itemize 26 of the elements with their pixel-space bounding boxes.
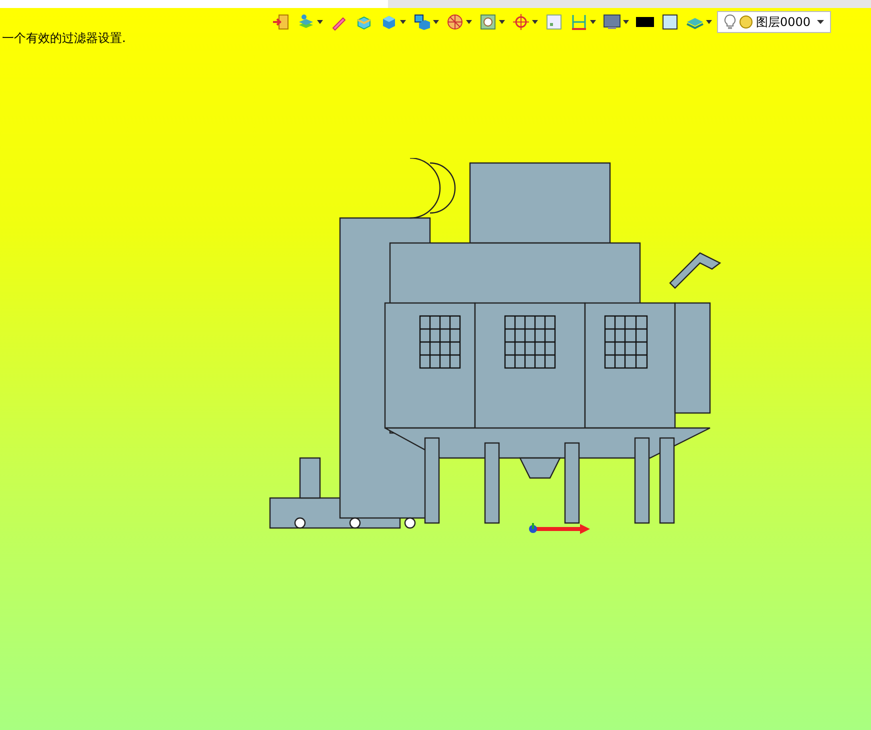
caret-icon [532, 20, 538, 24]
caret-icon [317, 20, 323, 24]
caret-icon [466, 20, 472, 24]
status-message: 一个有效的过滤器设置. [2, 30, 126, 47]
monitor-icon [603, 13, 621, 31]
view-cube-icon [413, 13, 431, 31]
frame-icon [545, 13, 563, 31]
door-arrow-icon [272, 13, 290, 31]
dimension-icon [570, 13, 588, 31]
caret-icon [499, 20, 505, 24]
caret-icon [623, 20, 629, 24]
layer-dropdown[interactable]: 图层0000 [717, 11, 831, 33]
toolbar-target-button[interactable] [510, 11, 540, 33]
caret-icon [706, 20, 712, 24]
crosshair-icon [512, 13, 530, 31]
caret-icon [817, 20, 824, 24]
caret-icon [433, 20, 439, 24]
wire-sphere-icon [446, 13, 464, 31]
layer-name: 图层0000 [756, 14, 812, 30]
lightbulb-icon [724, 14, 736, 30]
layers-icon [297, 13, 315, 31]
fill-color-icon [661, 13, 679, 31]
zoom-window-icon [479, 13, 497, 31]
caret-icon [400, 20, 406, 24]
caret-icon [590, 20, 596, 24]
cube-icon [380, 13, 398, 31]
